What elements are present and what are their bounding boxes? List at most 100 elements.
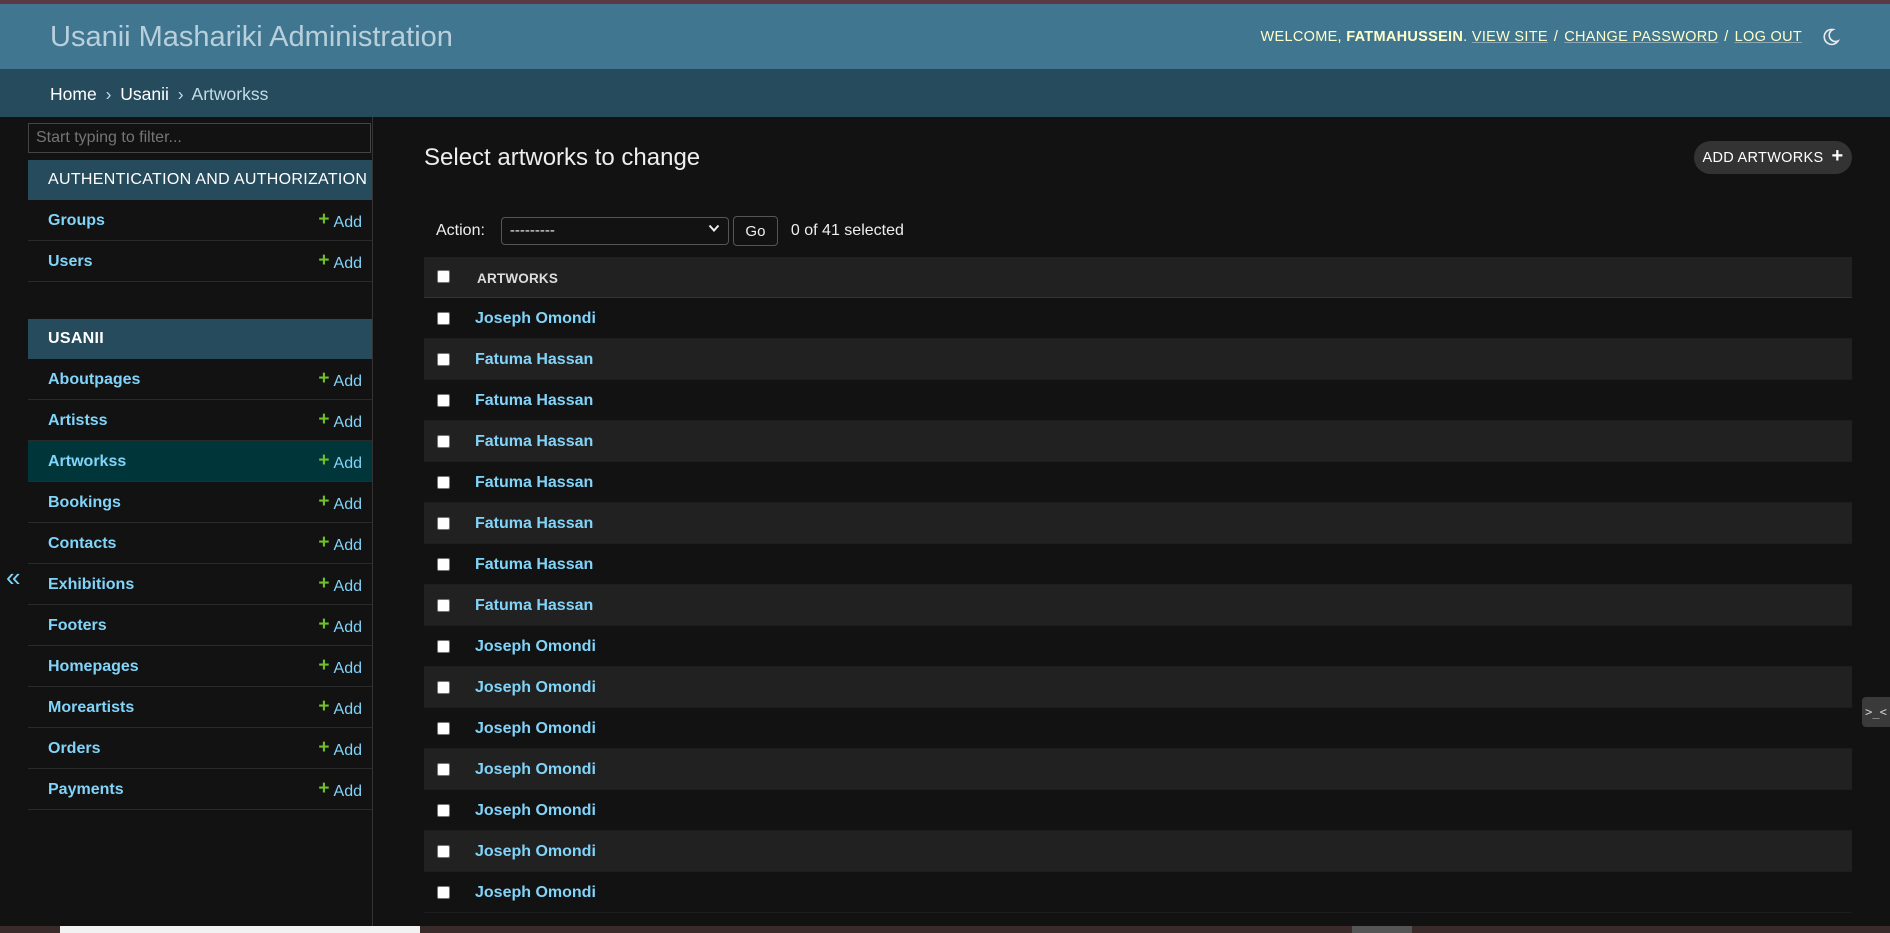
action-label: Action: — [436, 222, 485, 239]
breadcrumb-home[interactable]: Home — [50, 84, 97, 104]
add-artistss-link[interactable]: + Add — [318, 409, 362, 433]
horizontal-scrollbar[interactable] — [1352, 926, 1412, 933]
collapse-sidebar-button[interactable]: « — [6, 562, 20, 593]
row-link[interactable]: Fatuma Hassan — [475, 392, 593, 410]
row-checkbox[interactable] — [437, 599, 450, 612]
add-groups-link[interactable]: + Add — [318, 209, 362, 233]
plus-icon: + — [318, 491, 330, 512]
sidebar-item-groups: Groups + Add — [28, 200, 372, 241]
view-site-link[interactable]: View site — [1472, 29, 1548, 45]
row-checkbox[interactable] — [437, 640, 450, 653]
table-row: Joseph Omondi — [424, 667, 1852, 708]
breadcrumb-app[interactable]: Usanii — [120, 84, 169, 104]
site-brand[interactable]: Usanii Mashariki Administration — [50, 21, 453, 54]
sidebar-item-exhibitions: Exhibitions + Add — [28, 564, 372, 605]
row-checkbox[interactable] — [437, 763, 450, 776]
username: FATMAHUSSEIN — [1346, 29, 1464, 45]
breadcrumb-current: Artworkss — [191, 84, 269, 104]
row-checkbox[interactable] — [437, 558, 450, 571]
row-link[interactable]: Fatuma Hassan — [475, 433, 593, 451]
sidebar-item-label[interactable]: Aboutpages — [48, 371, 140, 389]
row-checkbox[interactable] — [437, 886, 450, 899]
row-link[interactable]: Joseph Omondi — [475, 720, 596, 738]
plus-icon: + — [318, 778, 330, 799]
sidebar-item-bookings: Bookings + Add — [28, 482, 372, 523]
add-bookings-link[interactable]: + Add — [318, 491, 362, 515]
table-row: Joseph Omondi — [424, 708, 1852, 749]
row-checkbox[interactable] — [437, 312, 450, 325]
moon-icon[interactable] — [1820, 27, 1841, 47]
sidebar-item-label[interactable]: Bookings — [48, 494, 121, 512]
sidebar-item-homepages: Homepages + Add — [28, 646, 372, 687]
row-link[interactable]: Fatuma Hassan — [475, 351, 593, 369]
nav-filter-input[interactable] — [28, 123, 371, 153]
row-link[interactable]: Joseph Omondi — [475, 679, 596, 697]
sidebar-item-users: Users + Add — [28, 241, 372, 282]
sidebar-item-label[interactable]: Users — [48, 253, 92, 271]
row-link[interactable]: Joseph Omondi — [475, 310, 596, 328]
sidebar-item-label[interactable]: Contacts — [48, 535, 116, 553]
sidebar-item-label[interactable]: Artistss — [48, 412, 108, 430]
add-orders-link[interactable]: + Add — [318, 737, 362, 761]
row-link[interactable]: Joseph Omondi — [475, 843, 596, 861]
sidebar-item-label[interactable]: Footers — [48, 617, 107, 635]
row-checkbox[interactable] — [437, 804, 450, 817]
add-payments-link[interactable]: + Add — [318, 778, 362, 802]
add-exhibitions-link[interactable]: + Add — [318, 573, 362, 597]
plus-icon: + — [1831, 145, 1844, 167]
table-row: Joseph Omondi — [424, 872, 1852, 913]
go-button[interactable]: Go — [732, 216, 778, 246]
sidebar-item-label[interactable]: Homepages — [48, 658, 139, 676]
row-checkbox[interactable] — [437, 681, 450, 694]
row-checkbox[interactable] — [437, 435, 450, 448]
bottom-panel — [60, 926, 420, 933]
module-caption-auth[interactable]: Authentication and Authorization — [28, 160, 372, 200]
module-caption-usanii[interactable]: Usanii — [28, 319, 372, 359]
row-checkbox[interactable] — [437, 476, 450, 489]
add-artworkss-link[interactable]: + Add — [318, 450, 362, 474]
add-moreartists-link[interactable]: + Add — [318, 696, 362, 720]
side-tool-button[interactable]: >_< — [1862, 697, 1890, 727]
row-link[interactable]: Joseph Omondi — [475, 884, 596, 902]
column-header-artworks[interactable]: Artworks — [477, 271, 558, 286]
add-homepages-link[interactable]: + Add — [318, 655, 362, 679]
add-contacts-link[interactable]: + Add — [318, 532, 362, 556]
sidebar-item-label[interactable]: Groups — [48, 212, 105, 230]
table-row: Joseph Omondi — [424, 749, 1852, 790]
table-row: Fatuma Hassan — [424, 380, 1852, 421]
row-link[interactable]: Joseph Omondi — [475, 802, 596, 820]
nav-sidebar: Authentication and Authorization Groups … — [28, 117, 373, 933]
selection-counter: 0 of 41 selected — [790, 222, 904, 239]
change-password-link[interactable]: Change password — [1564, 29, 1718, 45]
row-link[interactable]: Fatuma Hassan — [475, 515, 593, 533]
plus-icon: + — [318, 573, 330, 594]
sidebar-item-label[interactable]: Moreartists — [48, 699, 134, 717]
action-select[interactable]: --------- — [500, 217, 729, 245]
chevron-down-icon — [708, 221, 720, 238]
add-users-link[interactable]: + Add — [318, 250, 362, 274]
log-out-link[interactable]: Log out — [1735, 29, 1802, 45]
row-checkbox[interactable] — [437, 353, 450, 366]
plus-icon: + — [318, 737, 330, 758]
row-link[interactable]: Fatuma Hassan — [475, 556, 593, 574]
row-checkbox[interactable] — [437, 517, 450, 530]
add-artworks-button[interactable]: Add Artworks + — [1694, 141, 1852, 174]
sidebar-item-label[interactable]: Artworkss — [48, 453, 126, 471]
row-checkbox[interactable] — [437, 394, 450, 407]
sidebar-item-label[interactable]: Payments — [48, 781, 124, 799]
row-link[interactable]: Joseph Omondi — [475, 761, 596, 779]
add-aboutpages-link[interactable]: + Add — [318, 368, 362, 392]
row-checkbox[interactable] — [437, 722, 450, 735]
user-tools: Welcome, FATMAHUSSEIN. View site / Chang… — [1261, 27, 1841, 47]
row-link[interactable]: Joseph Omondi — [475, 638, 596, 656]
result-list: Artworks Joseph Omondi Fatuma Hassan Fatum… — [424, 257, 1852, 913]
add-footers-link[interactable]: + Add — [318, 614, 362, 638]
row-link[interactable]: Fatuma Hassan — [475, 597, 593, 615]
sidebar-item-label[interactable]: Exhibitions — [48, 576, 134, 594]
row-checkbox[interactable] — [437, 845, 450, 858]
select-all-checkbox[interactable] — [437, 270, 450, 283]
row-link[interactable]: Fatuma Hassan — [475, 474, 593, 492]
sidebar-item-label[interactable]: Orders — [48, 740, 100, 758]
sidebar-item-aboutpages: Aboutpages + Add — [28, 359, 372, 400]
sidebar-item-artistss: Artistss + Add — [28, 400, 372, 441]
